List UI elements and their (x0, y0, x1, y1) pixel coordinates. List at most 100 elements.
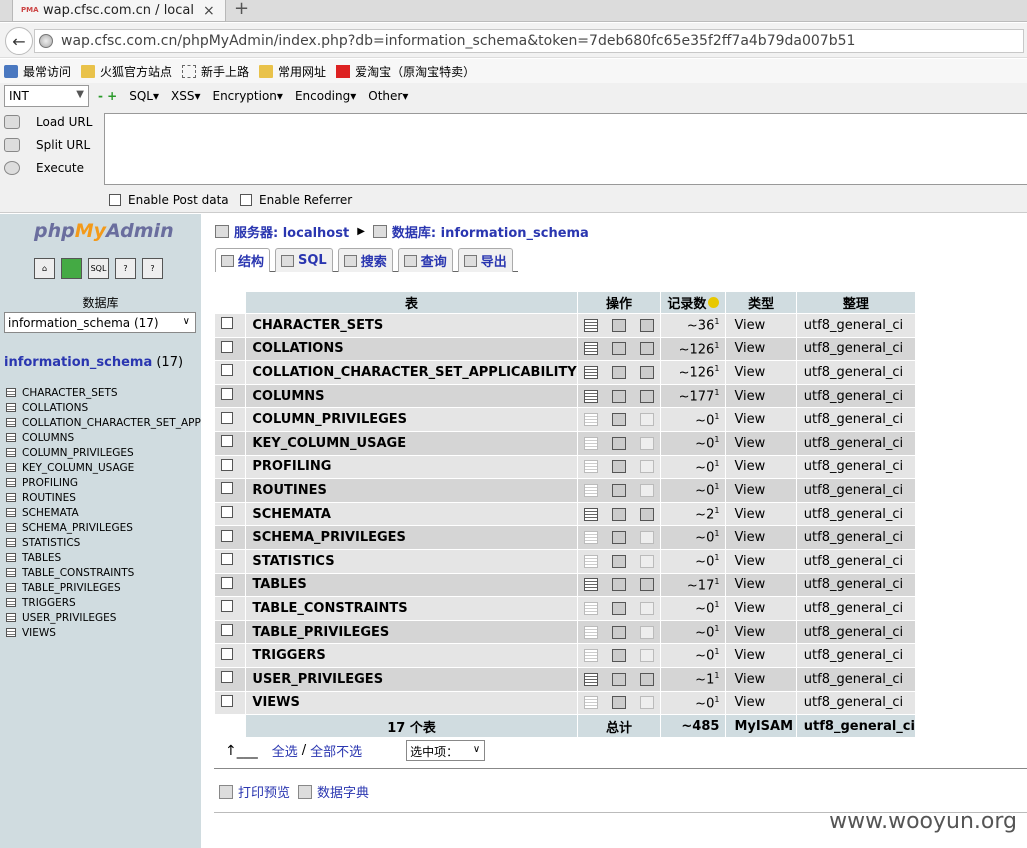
database-select[interactable]: information_schema (17) ∨ (4, 312, 196, 333)
table-name[interactable]: SCHEMA_PRIVILEGES (246, 526, 577, 549)
docs-icon[interactable]: ? (115, 258, 136, 279)
tab-structure[interactable]: 结构 (215, 248, 271, 272)
menu-xss[interactable]: XSS▾ (171, 89, 200, 103)
address-bar[interactable]: wap.cfsc.com.cn/phpMyAdmin/index.php?db=… (34, 29, 1024, 53)
sidebar-table-item[interactable]: KEY_COLUMN_USAGE (6, 460, 201, 475)
enable-referrer-checkbox[interactable]: Enable Referrer (240, 193, 352, 207)
search-icon[interactable] (639, 625, 654, 639)
row-checkbox[interactable] (220, 624, 233, 637)
header-records[interactable]: 记录数 (661, 292, 726, 313)
sidebar-table-item[interactable]: COLLATION_CHARACTER_SET_APPLICABILITY (6, 415, 201, 430)
sidebar-table-item[interactable]: STATISTICS (6, 535, 201, 550)
row-checkbox[interactable] (220, 482, 233, 495)
browse-icon[interactable] (584, 601, 599, 615)
current-database[interactable]: information_schema (17) (4, 355, 183, 370)
browse-icon[interactable] (584, 413, 599, 427)
menu-other[interactable]: Other▾ (368, 89, 408, 103)
structure-icon[interactable] (612, 436, 627, 450)
browse-icon[interactable] (584, 342, 599, 356)
sidebar-table-item[interactable]: PROFILING (6, 475, 201, 490)
execute-button[interactable]: Execute (4, 161, 84, 175)
browse-icon[interactable] (584, 507, 599, 521)
table-name[interactable]: COLUMNS (246, 384, 577, 408)
structure-icon[interactable] (612, 696, 627, 710)
hackbar-type-select[interactable]: INT ▼ (4, 85, 89, 107)
structure-icon[interactable] (612, 483, 627, 497)
hackbar-url-textarea[interactable] (104, 113, 1027, 185)
structure-icon[interactable] (612, 460, 627, 474)
structure-icon[interactable] (612, 649, 627, 663)
bookmark-getting-started[interactable]: 新手上路 (182, 63, 249, 80)
table-name[interactable]: TABLES (246, 573, 577, 597)
search-icon[interactable] (639, 601, 654, 615)
browse-icon[interactable] (584, 672, 599, 686)
tab-export[interactable]: 导出 (457, 248, 513, 272)
row-checkbox[interactable] (220, 317, 233, 330)
tab-sql[interactable]: SQL (275, 248, 333, 272)
checkbox[interactable] (240, 194, 252, 206)
search-icon[interactable] (639, 531, 654, 545)
breadcrumb-server[interactable]: 服务器: localhost (234, 222, 349, 241)
structure-icon[interactable] (612, 531, 627, 545)
search-icon[interactable] (639, 672, 654, 686)
row-checkbox[interactable] (220, 340, 233, 353)
browse-icon[interactable] (584, 460, 599, 474)
structure-icon[interactable] (612, 413, 627, 427)
sidebar-table-item[interactable]: ROUTINES (6, 490, 201, 505)
browse-icon[interactable] (584, 649, 599, 663)
browse-icon[interactable] (584, 483, 599, 497)
bookmark-most-visited[interactable]: 最常访问 (4, 63, 71, 80)
structure-icon[interactable] (612, 389, 627, 403)
browse-icon[interactable] (584, 554, 599, 568)
table-name[interactable]: USER_PRIVILEGES (246, 667, 577, 691)
sidebar-table-item[interactable]: SCHEMA_PRIVILEGES (6, 520, 201, 535)
structure-icon[interactable] (612, 342, 627, 356)
query-window-icon[interactable] (61, 258, 82, 279)
table-name[interactable]: ROUTINES (246, 479, 577, 502)
bookmark-aitaobao[interactable]: 爱淘宝（原淘宝特卖） (336, 63, 475, 80)
table-name[interactable]: PROFILING (246, 455, 577, 479)
search-icon[interactable] (639, 578, 654, 592)
table-name[interactable]: KEY_COLUMN_USAGE (246, 431, 577, 455)
bookmark-common-sites[interactable]: 常用网址 (259, 63, 326, 80)
row-checkbox[interactable] (220, 529, 233, 542)
phpmyadmin-logo[interactable]: phpMyAdmin (34, 220, 174, 242)
browse-icon[interactable] (584, 696, 599, 710)
browser-tab[interactable]: PMA wap.cfsc.com.cn / local... × (12, 0, 226, 22)
sidebar-table-item[interactable]: TABLE_PRIVILEGES (6, 580, 201, 595)
search-icon[interactable] (639, 696, 654, 710)
sidebar-table-item[interactable]: VIEWS (6, 625, 201, 640)
browse-icon[interactable] (584, 389, 599, 403)
home-icon[interactable]: ⌂ (34, 258, 55, 279)
search-icon[interactable] (639, 413, 654, 427)
search-icon[interactable] (639, 554, 654, 568)
search-icon[interactable] (639, 507, 654, 521)
check-all-link[interactable]: 全选 (272, 741, 298, 760)
sql-icon[interactable]: SQL (88, 258, 109, 279)
back-button[interactable]: ← (5, 27, 33, 55)
uncheck-all-link[interactable]: 全部不选 (310, 741, 362, 760)
sidebar-table-item[interactable]: COLLATIONS (6, 400, 201, 415)
table-name[interactable]: VIEWS (246, 691, 577, 715)
table-name[interactable]: COLLATION_CHARACTER_SET_APPLICABILITY (246, 361, 577, 384)
row-checkbox[interactable] (220, 388, 233, 401)
row-checkbox[interactable] (220, 435, 233, 448)
sidebar-table-item[interactable]: COLUMN_PRIVILEGES (6, 445, 201, 460)
search-icon[interactable] (639, 389, 654, 403)
sidebar-table-item[interactable]: TABLE_CONSTRAINTS (6, 565, 201, 580)
with-selected-select[interactable]: 选中项： ∨ (406, 740, 486, 761)
structure-icon[interactable] (612, 625, 627, 639)
sidebar-table-item[interactable]: TRIGGERS (6, 595, 201, 610)
structure-icon[interactable] (612, 365, 627, 379)
structure-icon[interactable] (612, 578, 627, 592)
tab-query[interactable]: 查询 (397, 248, 453, 272)
tab-search[interactable]: 搜索 (337, 248, 393, 272)
checkbox[interactable] (109, 194, 121, 206)
sidebar-table-item[interactable]: CHARACTER_SETS (6, 385, 201, 400)
row-checkbox[interactable] (220, 647, 233, 660)
browse-icon[interactable] (584, 318, 599, 332)
print-view-link[interactable]: 打印预览 (238, 782, 290, 801)
close-tab-icon[interactable]: × (203, 3, 215, 19)
browse-icon[interactable] (584, 531, 599, 545)
row-checkbox[interactable] (220, 506, 233, 519)
